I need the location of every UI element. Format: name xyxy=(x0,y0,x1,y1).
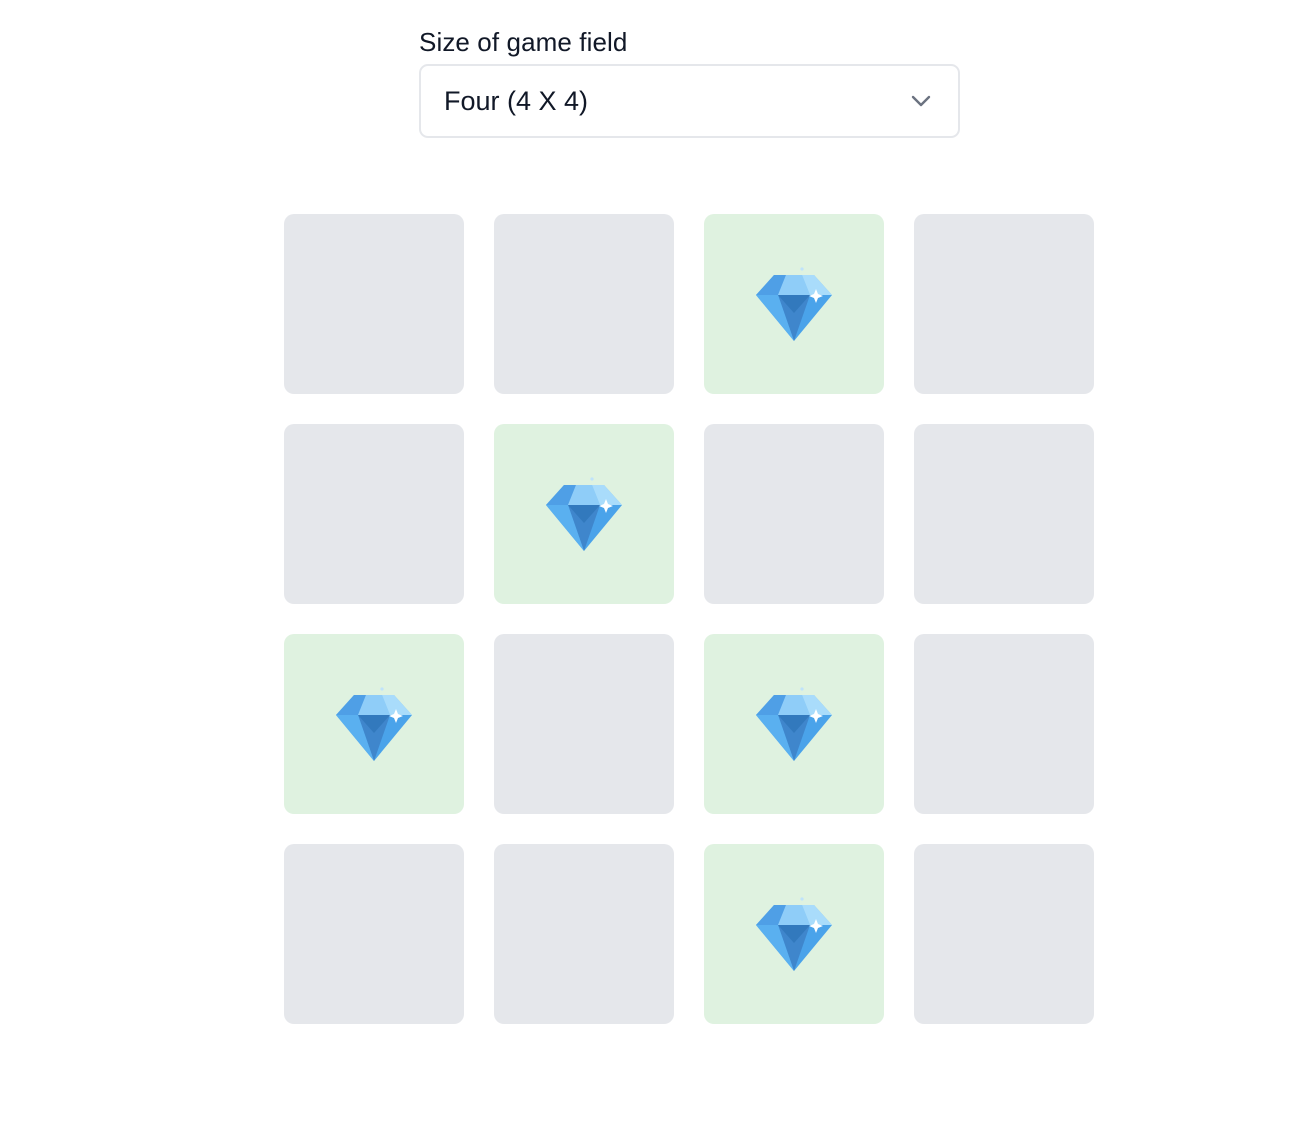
board-cell-hidden[interactable] xyxy=(704,424,884,604)
game-board xyxy=(284,214,1094,1024)
board-cell-hidden[interactable] xyxy=(284,844,464,1024)
board-cell-gem[interactable] xyxy=(494,424,674,604)
board-cell-hidden[interactable] xyxy=(914,214,1094,394)
diamond-icon xyxy=(756,687,832,761)
diamond-icon xyxy=(756,897,832,971)
board-cell-hidden[interactable] xyxy=(914,634,1094,814)
field-size-label: Size of game field xyxy=(419,27,628,57)
board-cell-hidden[interactable] xyxy=(284,214,464,394)
chevron-down-icon xyxy=(911,95,931,107)
board-cell-gem[interactable] xyxy=(704,634,884,814)
board-cell-gem[interactable] xyxy=(704,214,884,394)
diamond-icon xyxy=(546,477,622,551)
board-cell-hidden[interactable] xyxy=(494,214,674,394)
field-size-control: Size of game field Four (4 X 4) xyxy=(419,26,960,138)
field-size-select[interactable]: Four (4 X 4) xyxy=(419,64,960,138)
board-cell-hidden[interactable] xyxy=(914,424,1094,604)
board-cell-hidden[interactable] xyxy=(914,844,1094,1024)
board-cell-hidden[interactable] xyxy=(494,844,674,1024)
diamond-icon xyxy=(336,687,412,761)
board-cell-hidden[interactable] xyxy=(494,634,674,814)
diamond-icon xyxy=(756,267,832,341)
board-cell-hidden[interactable] xyxy=(284,424,464,604)
field-size-select-value: Four (4 X 4) xyxy=(444,85,589,116)
board-cell-gem[interactable] xyxy=(284,634,464,814)
board-cell-gem[interactable] xyxy=(704,844,884,1024)
